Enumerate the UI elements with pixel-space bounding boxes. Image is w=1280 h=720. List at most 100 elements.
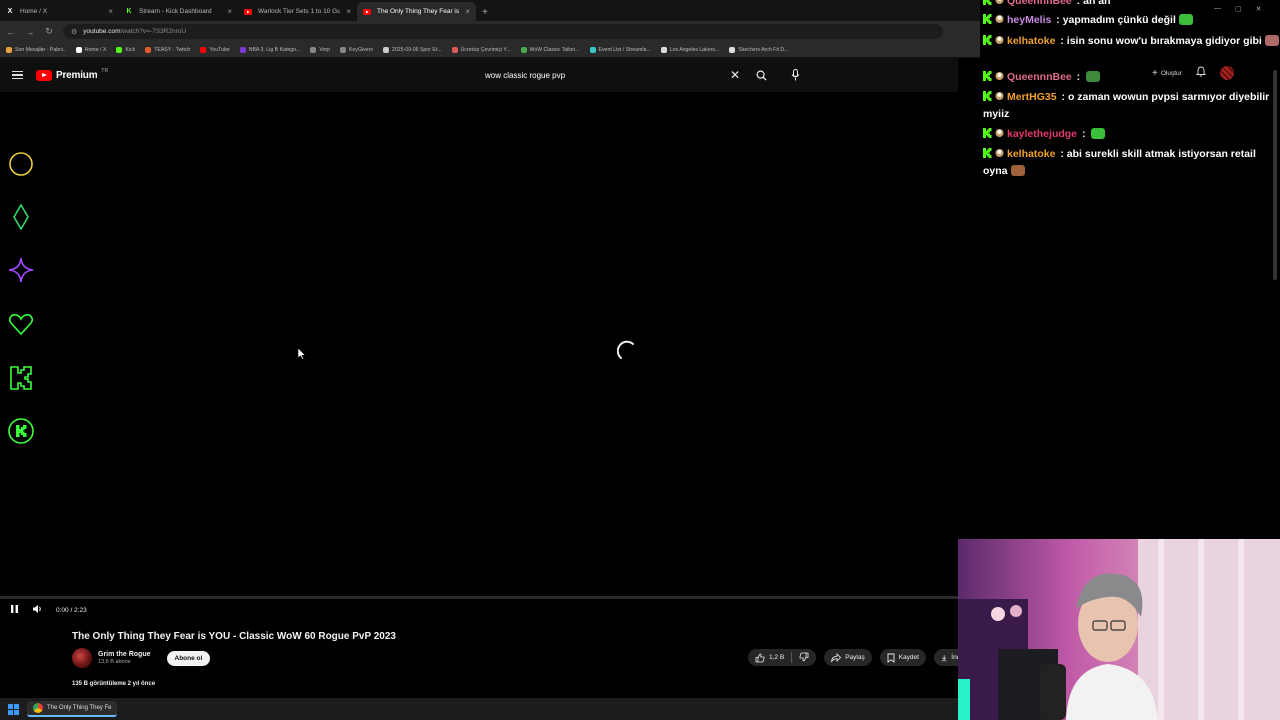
bookmark-item[interactable]: Los Angeles Lakers...: [660, 46, 719, 53]
bookmark-item[interactable]: Event List / Streamla...: [589, 46, 651, 53]
channel-row: Grim the Rogue 13,6 B abone Abone ol: [72, 648, 211, 668]
bookmark-favicon-icon: [451, 46, 458, 53]
sparkle-icon: [8, 257, 34, 283]
bookmark-item[interactable]: Ücretsiz Çevrimiçi Y...: [451, 46, 511, 53]
microphone-icon: [791, 69, 799, 81]
chat-username[interactable]: MertHG35: [1007, 91, 1057, 103]
bookmark-item[interactable]: TEASY - Twitch: [145, 46, 190, 53]
chat-text: o zaman wowun pvpsi sarmıyor diyebilir: [1067, 91, 1270, 103]
chat-emote-icon: [1178, 14, 1193, 25]
like-button[interactable]: 1,2 B: [755, 653, 784, 663]
diamond-icon: [13, 204, 29, 230]
bookmark-favicon-icon: [310, 46, 317, 53]
bookmark-favicon-icon: [75, 46, 82, 53]
dislike-button[interactable]: [799, 652, 809, 664]
account-avatar[interactable]: [1219, 66, 1234, 80]
bookmark-item[interactable]: Vorp: [310, 46, 330, 53]
video-player[interactable]: [0, 92, 958, 596]
browser-tab[interactable]: X Home / X ×: [0, 2, 119, 21]
user-badge-icon: [995, 147, 1004, 157]
bookmark-item[interactable]: Skechers Arch Fit D...: [729, 46, 789, 53]
chat-username[interactable]: heyMelis: [1007, 14, 1051, 26]
windows-taskbar: The Only Thing They Fe: [0, 698, 958, 720]
chat-username[interactable]: QueennnBee: [1007, 71, 1072, 83]
bookmark-item[interactable]: NBA 3. Lig B Katego...: [239, 46, 301, 53]
channel-name[interactable]: Grim the Rogue: [98, 651, 151, 658]
chat-separator: :: [1073, 71, 1084, 83]
browser-tab[interactable]: K Stream - Kick Dashboard ×: [119, 2, 238, 21]
clear-search-icon[interactable]: ✕: [730, 68, 740, 82]
minimize-icon[interactable]: —: [1214, 5, 1221, 13]
youtube-premium-logo[interactable]: Premium TR: [36, 68, 109, 81]
reload-icon[interactable]: ↻: [44, 26, 54, 37]
bookmark-item[interactable]: YouTube: [200, 46, 230, 53]
create-button[interactable]: + Oluştur: [1152, 68, 1182, 79]
bookmark-item[interactable]: Son Mesajlar - Pabci..: [6, 46, 66, 53]
plus-icon: +: [1152, 67, 1158, 79]
youtube-masthead: Premium TR wow classic rogue pvp ✕: [0, 58, 958, 92]
bookmark-label: 2025-09-06 Spor Et...: [391, 46, 442, 53]
url-path: /watch?v=-7S3R2nruU: [120, 28, 187, 35]
volume-icon[interactable]: [32, 601, 43, 619]
bookmark-item[interactable]: Kick: [116, 46, 135, 53]
bookmark-item[interactable]: 2025-09-06 Spor Et...: [382, 46, 442, 53]
bookmark-favicon-icon: [589, 46, 596, 53]
windows-start-icon[interactable]: [8, 703, 19, 715]
chat-message: kelhatoke : abi surekli skill atmak isti…: [983, 146, 1256, 163]
close-tab-icon[interactable]: ×: [108, 7, 113, 16]
time-display: 0:00 / 2:23: [56, 606, 87, 614]
chat-message: kelhatoke : isin sonu wow'u bırakmaya gi…: [983, 33, 1279, 50]
notifications-bell-icon[interactable]: [1195, 64, 1206, 82]
bookmark-item[interactable]: WoW Classic Tailori...: [520, 46, 580, 53]
bookmark-label: Son Mesajlar - Pabci..: [15, 46, 66, 53]
share-icon: [831, 653, 842, 662]
save-button[interactable]: Kaydet: [879, 649, 926, 666]
logo-country: TR: [101, 68, 109, 74]
chat-emote-icon: [1010, 165, 1025, 176]
browser-tab-active[interactable]: The Only Thing They Fear is YO ×: [357, 2, 476, 21]
chat-username[interactable]: QueennnBee: [1007, 0, 1072, 7]
chat-username[interactable]: kelhatoke: [1007, 35, 1055, 47]
chat-username[interactable]: kelhatoke: [1007, 148, 1055, 160]
pause-icon[interactable]: [10, 601, 19, 619]
scrollbar[interactable]: [1273, 70, 1277, 280]
chat-separator: :: [1057, 35, 1067, 47]
channel-avatar[interactable]: [72, 648, 92, 668]
url-field[interactable]: ⚙ youtube.com/watch?v=-7S3R2nruU: [63, 24, 943, 39]
bookmark-label: KeyGivers: [349, 46, 373, 53]
bookmark-label: Skechers Arch Fit D...: [738, 46, 789, 53]
bookmark-favicon-icon: [145, 46, 152, 53]
tab-title: Warlock Tier Sets 1 to 10 Guide: [258, 8, 341, 15]
close-tab-icon[interactable]: ×: [465, 7, 470, 16]
chat-message: oyna: [983, 163, 1025, 180]
forward-icon[interactable]: →: [25, 27, 35, 37]
youtube-logo-icon: [36, 69, 52, 81]
search-button[interactable]: [752, 66, 770, 84]
close-window-icon[interactable]: ✕: [1256, 5, 1262, 13]
maximize-icon[interactable]: ▢: [1235, 5, 1242, 13]
menu-icon[interactable]: [12, 70, 23, 80]
browser-tab[interactable]: Warlock Tier Sets 1 to 10 Guide ×: [238, 2, 357, 21]
create-label: Oluştur: [1160, 69, 1182, 77]
site-info-icon[interactable]: ⚙: [71, 28, 77, 36]
chat-username[interactable]: kaylethejudge: [1007, 128, 1077, 140]
like-dislike-group: 1,2 B: [748, 649, 817, 666]
subscribe-button[interactable]: Abone ol: [166, 650, 211, 666]
search-input[interactable]: wow classic rogue pvp ✕: [478, 65, 748, 85]
new-tab-icon[interactable]: +: [482, 7, 488, 18]
taskbar-chrome-app[interactable]: The Only Thing They Fe: [27, 701, 118, 717]
voice-search-button[interactable]: [786, 66, 804, 84]
share-button[interactable]: Paylaş: [824, 649, 872, 666]
download-icon: [941, 654, 947, 661]
bookmark-label: NBA 3. Lig B Katego...: [248, 46, 301, 53]
close-tab-icon[interactable]: ×: [346, 7, 351, 16]
chat-text: oyna: [983, 165, 1008, 177]
kick-logo-icon: [10, 366, 32, 390]
bookmark-item[interactable]: KeyGivers: [340, 46, 373, 53]
thumbs-down-icon: [799, 652, 809, 661]
bookmark-item[interactable]: Home / X: [75, 46, 106, 53]
taskbar-app-title: The Only Thing They Fe: [47, 705, 112, 711]
back-icon[interactable]: ←: [6, 27, 16, 37]
close-tab-icon[interactable]: ×: [227, 7, 232, 16]
chat-text: abi surekli skill atmak istiyorsan retai…: [1066, 148, 1256, 160]
